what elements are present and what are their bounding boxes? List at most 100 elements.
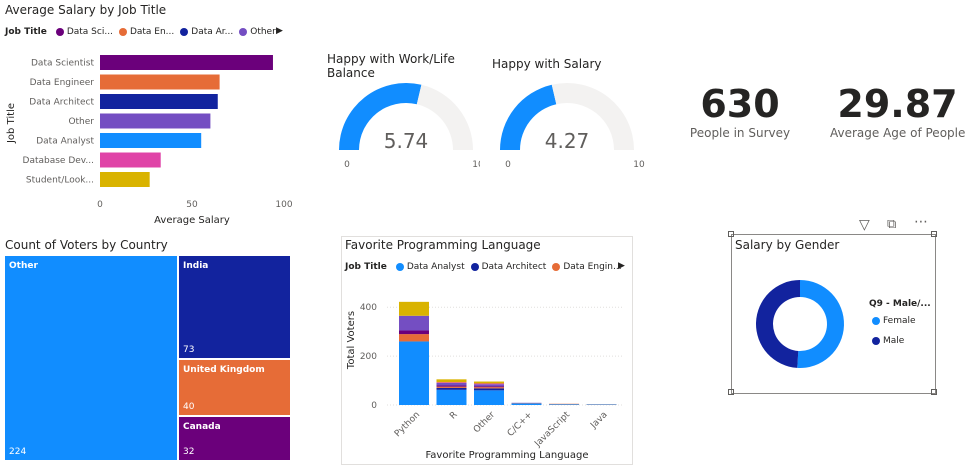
treemap-cell-label: Canada (183, 422, 221, 432)
bar (100, 113, 211, 129)
legend-dot (470, 263, 479, 271)
gauge-salary: 4.27 0 10 (500, 83, 645, 170)
x-tick-label: Other (472, 410, 497, 435)
avg-salary-title: Average Salary by Job Title (5, 3, 167, 17)
x-tick-label: C/C++ (506, 410, 535, 439)
legend-dot (55, 28, 64, 36)
bar-segment (474, 387, 504, 389)
bar-segment (474, 381, 504, 384)
focus-mode-icon[interactable]: ⧉ (887, 217, 896, 232)
fav-lang-title: Favorite Programming Language (345, 238, 541, 252)
gauge-min: 0 (344, 160, 350, 170)
legend-dot (552, 263, 561, 271)
x-axis-title: Favorite Programming Language (425, 450, 588, 461)
legend-dot (395, 263, 404, 271)
dashboard: Average Salary by Job Title Job Title Da… (0, 0, 975, 473)
resize-handle[interactable] (931, 231, 937, 237)
voters-treemap: Other 224 India 73 United Kingdom 40 Can… (4, 255, 291, 461)
bar (100, 55, 273, 70)
treemap-cell-india[interactable]: India 73 (178, 255, 291, 359)
legend-dot (872, 337, 880, 345)
legend-dot (239, 28, 248, 36)
legend-item: Male (883, 336, 905, 346)
donut-slice (756, 280, 800, 368)
bar-segment (399, 341, 429, 405)
gauge-max: 10 (472, 160, 480, 170)
x-tick-label: JavaScript (532, 410, 572, 450)
bar-segment (436, 387, 467, 390)
y-tick-label: Student/Look... (26, 176, 94, 186)
y-tick-label: Database Dev... (23, 156, 94, 166)
treemap-cell-canada[interactable]: Canada 32 (178, 416, 291, 461)
y-tick-label: Data Architect (29, 98, 94, 108)
gauge-min: 0 (505, 160, 511, 170)
legend-item: Data Analyst (406, 262, 465, 272)
bar-segment (399, 301, 429, 316)
legend-dot (872, 317, 880, 325)
gender-title: Salary by Gender (735, 238, 840, 252)
x-tick-label: 0 (97, 200, 103, 210)
treemap-cell-value: 32 (183, 447, 195, 457)
bar (100, 172, 150, 187)
y-axis-title: Job Title (6, 103, 17, 144)
gauge-max: 10 (633, 160, 645, 170)
bar-segment (436, 389, 467, 405)
legend-dot (118, 28, 127, 36)
fav-lang-chart: 0 200 400 Python R Other C/C++JavaScript Java Fa… (346, 301, 624, 461)
resize-handle[interactable] (728, 231, 734, 237)
y-tick-label: 400 (360, 303, 377, 313)
caret-right-icon[interactable]: ▶ (618, 261, 625, 271)
bar-segment (436, 383, 467, 386)
gauge-salary-title: Happy with Salary (492, 57, 602, 71)
x-axis-title: Average Salary (154, 215, 230, 226)
filter-icon[interactable]: ▽ (859, 217, 870, 233)
y-tick-label: Other (68, 117, 94, 127)
gender-legend-item[interactable]: Female (869, 316, 916, 326)
bar-segment (399, 334, 429, 342)
x-tick-label: R (448, 410, 460, 422)
avg-salary-legend[interactable]: Job Title Data Sci... Data En... Data Ar… (5, 27, 276, 37)
gender-legend-title: Q9 - Male/... (869, 299, 931, 309)
gauge-value: 5.74 (384, 129, 429, 153)
legend-item: Data Sci... (66, 27, 113, 37)
bar-segment (436, 382, 467, 383)
caret-right-icon[interactable]: ▶ (276, 26, 283, 36)
legend-item: Other (250, 27, 276, 37)
donut-slice (797, 280, 844, 368)
gauge-worklife-title: Happy with Work/Life Balance (327, 52, 455, 80)
gender-legend-item[interactable]: Male (869, 336, 904, 346)
fav-lang-legend[interactable]: Job Title Data Analyst Data Architect Da… (345, 262, 622, 272)
resize-handle[interactable] (728, 389, 734, 395)
treemap-cell-label: United Kingdom (183, 365, 265, 375)
bar (100, 152, 161, 168)
legend-item: Data Architect (481, 262, 547, 272)
bar (100, 133, 202, 148)
bar-segment (549, 404, 579, 405)
bar-segment (474, 388, 504, 391)
treemap-cell-other[interactable]: Other 224 (4, 255, 178, 461)
treemap-cell-value: 73 (183, 345, 195, 355)
treemap-cell-label: Other (9, 261, 38, 271)
treemap-cell-label: India (183, 261, 209, 271)
gauge-value: 4.27 (545, 129, 590, 153)
legend-item: Data Ar... (191, 27, 234, 37)
bar-segment (399, 330, 429, 335)
treemap-cell-value: 224 (9, 447, 27, 457)
kpi-value: 29.87 (837, 82, 958, 126)
bar-segment (474, 390, 504, 405)
gauge-title-line: Happy with Work/Life (327, 52, 455, 66)
x-tick-label: Java (588, 410, 609, 431)
treemap-cell-united-kingdom[interactable]: United Kingdom 40 (178, 359, 291, 416)
legend-title: Job Title (5, 27, 47, 37)
treemap-cell-value: 40 (183, 402, 195, 412)
legend-item: Female (883, 316, 916, 326)
bar-segment (474, 384, 504, 387)
legend-item: Data En... (129, 27, 175, 37)
kpi-value: 630 (700, 82, 780, 126)
bar-segment (511, 403, 542, 405)
more-options-icon[interactable]: ⋯ (914, 214, 928, 230)
bar-segment (474, 386, 504, 388)
avg-salary-chart: Data Scientist Data Engineer Data Architec… (6, 55, 293, 226)
y-tick-label: 0 (371, 401, 377, 411)
resize-handle[interactable] (931, 389, 937, 395)
